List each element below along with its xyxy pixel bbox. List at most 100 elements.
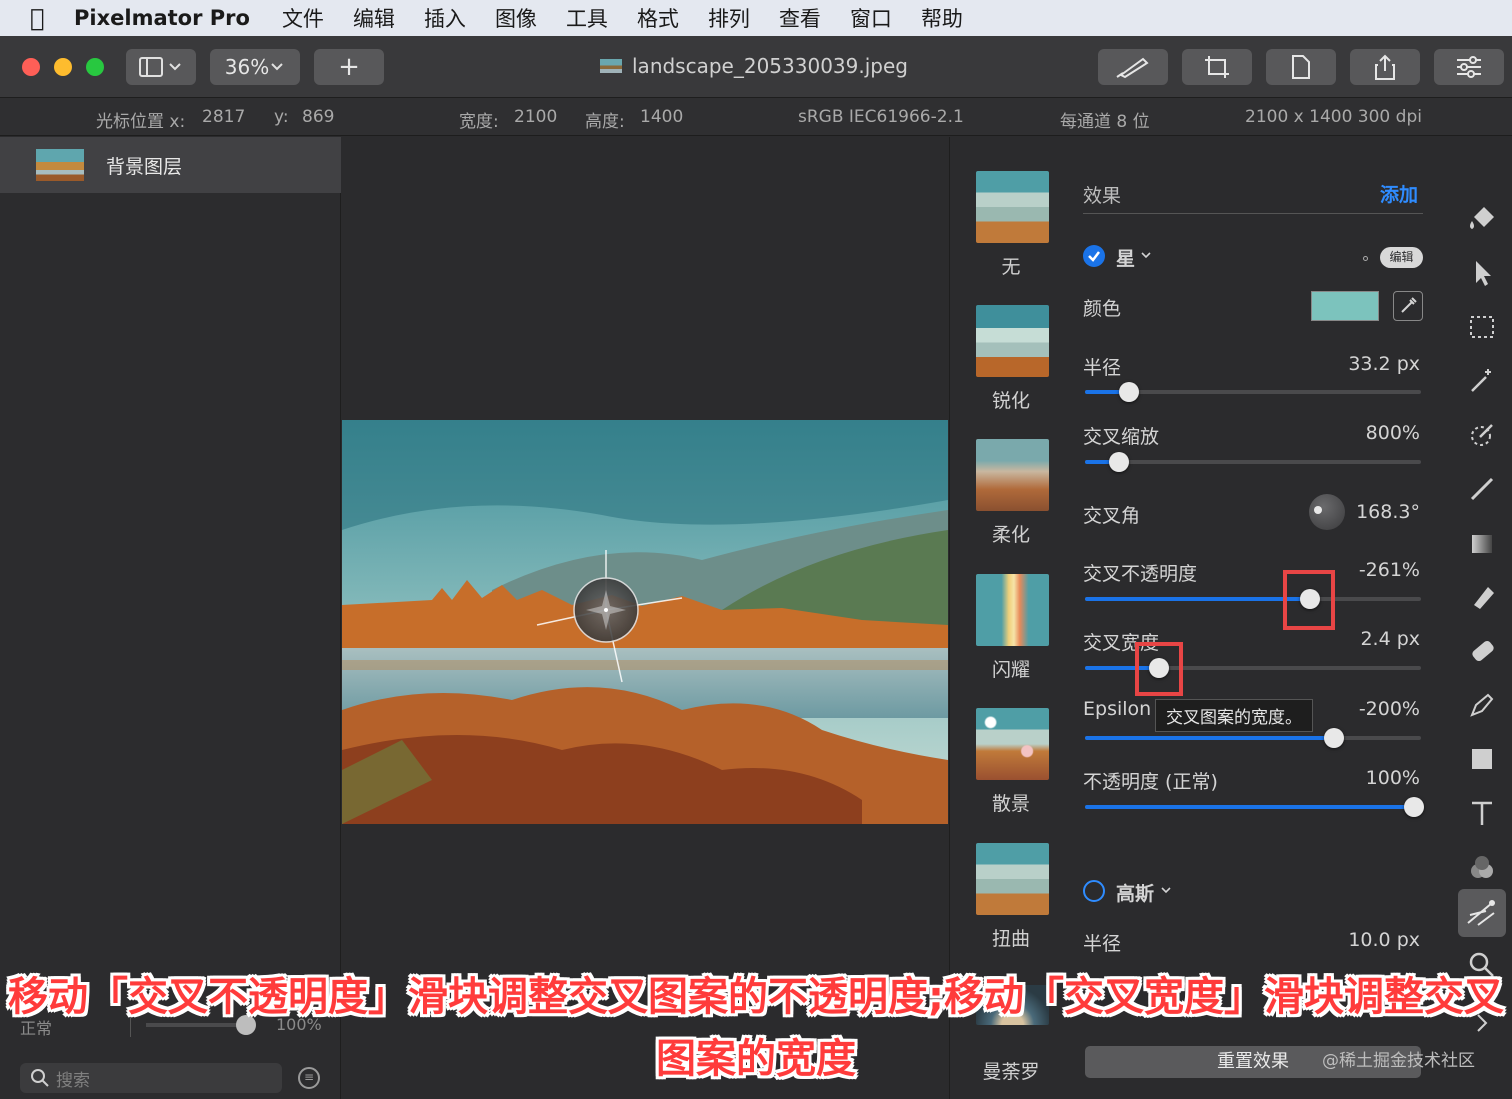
- gaussian-radius-value: 10.0 px: [1348, 929, 1420, 951]
- height-label: 高度:: [585, 112, 625, 132]
- cross-opacity-slider[interactable]: [1085, 589, 1421, 609]
- brush-tool-button[interactable]: [1098, 49, 1168, 85]
- effect-thumb-bokeh[interactable]: [976, 708, 1049, 780]
- add-button[interactable]: +: [314, 49, 384, 85]
- color-adjust-icon[interactable]: [1466, 851, 1498, 883]
- tools-sidebar: [1456, 137, 1512, 1099]
- cursor-x-value: 2817: [202, 107, 246, 127]
- paint-bucket-icon[interactable]: [1466, 203, 1498, 235]
- effect-thumb-sharpen[interactable]: [976, 305, 1049, 377]
- edit-effect-button[interactable]: 编辑: [1380, 247, 1423, 268]
- eraser-icon[interactable]: [1466, 581, 1498, 613]
- landscape-photo[interactable]: [342, 420, 948, 824]
- menu-window[interactable]: 窗口: [850, 3, 892, 33]
- document-icon: [1292, 55, 1310, 79]
- menu-insert[interactable]: 插入: [424, 3, 466, 33]
- add-effect-button[interactable]: 添加: [1380, 180, 1418, 207]
- menu-image[interactable]: 图像: [495, 3, 537, 33]
- retouch-icon[interactable]: [1466, 635, 1498, 667]
- layer-thumbnail: [36, 149, 84, 181]
- sliders-icon: [1457, 56, 1481, 78]
- radius-value: 33.2 px: [1348, 353, 1420, 375]
- apple-menu-icon[interactable]: : [30, 4, 74, 32]
- cross-opacity-label: 交叉不透明度: [1083, 563, 1198, 585]
- text-tool-icon[interactable]: [1466, 797, 1498, 829]
- layer-row[interactable]: 背景图层: [0, 137, 341, 193]
- menu-tools[interactable]: 工具: [566, 3, 608, 33]
- gaussian-effect-name[interactable]: 高斯: [1116, 879, 1154, 906]
- effect-label-none[interactable]: 无: [950, 252, 1072, 279]
- chevron-down-icon[interactable]: [1139, 251, 1153, 261]
- star-effect-name[interactable]: 星: [1116, 244, 1135, 271]
- cross-opacity-value: -261%: [1358, 559, 1420, 581]
- effect-thumb-blur[interactable]: [976, 439, 1049, 511]
- radius-slider[interactable]: [1085, 382, 1421, 402]
- color-profile: sRGB IEC61966-2.1: [798, 107, 964, 127]
- effect-label-distort[interactable]: 扭曲: [950, 924, 1072, 951]
- arrow-select-icon[interactable]: [1466, 257, 1498, 289]
- effect-thumb-distort[interactable]: [976, 843, 1049, 915]
- zoom-window-button[interactable]: [86, 58, 104, 76]
- adjust-button[interactable]: [1434, 49, 1504, 85]
- effect-label-sharpen[interactable]: 锐化: [950, 386, 1072, 413]
- cross-zoom-slider[interactable]: [1085, 452, 1421, 472]
- epsilon-slider-knob[interactable]: [1324, 728, 1344, 748]
- menu-help[interactable]: 帮助: [921, 3, 963, 33]
- height-value: 1400: [640, 107, 684, 127]
- gradient-icon[interactable]: [1466, 527, 1498, 559]
- paint-brush-icon[interactable]: [1466, 473, 1498, 505]
- effect-label-blur[interactable]: 柔化: [950, 520, 1072, 547]
- effect-label-glow[interactable]: 闪耀: [950, 655, 1072, 682]
- chevron-down-icon[interactable]: [1159, 886, 1173, 896]
- cross-zoom-slider-knob[interactable]: [1109, 452, 1129, 472]
- canvas-area[interactable]: [342, 137, 948, 1099]
- menu-arrange[interactable]: 排列: [708, 3, 750, 33]
- quick-selection-icon[interactable]: [1466, 419, 1498, 451]
- menu-format[interactable]: 格式: [637, 3, 679, 33]
- menu-view[interactable]: 查看: [779, 3, 821, 33]
- sidebar-toggle-button[interactable]: [126, 49, 196, 85]
- effect-thumb-glow[interactable]: [976, 574, 1049, 646]
- caption-overlay: 移动「交叉不透明度」滑块调整交叉图案的不透明度;移动「交叉宽度」滑块调整交叉 图…: [0, 966, 1512, 1090]
- effects-tool-button[interactable]: [1458, 889, 1506, 937]
- minimize-window-button[interactable]: [54, 58, 72, 76]
- zoom-dropdown[interactable]: 36%: [210, 49, 300, 85]
- cursor-y-label: y:: [274, 107, 289, 127]
- color-swatch[interactable]: [1311, 291, 1379, 321]
- sidebar-icon: [139, 57, 181, 77]
- pen-icon[interactable]: [1466, 689, 1498, 721]
- divider: [1083, 213, 1423, 214]
- document-title-text: landscape_205330039.jpeg: [632, 54, 908, 78]
- star-enabled-checkbox[interactable]: [1083, 245, 1105, 267]
- share-button[interactable]: [1350, 49, 1420, 85]
- cross-angle-dial[interactable]: [1309, 494, 1345, 530]
- effect-thumb-none[interactable]: [976, 171, 1049, 243]
- menu-edit[interactable]: 编辑: [353, 3, 395, 33]
- highlight-box: [1283, 570, 1335, 630]
- format-button[interactable]: [1266, 49, 1336, 85]
- checkmark-icon: [1088, 251, 1100, 262]
- effects-icon: [1467, 900, 1495, 926]
- zoom-value: 36%: [224, 55, 270, 79]
- epsilon-value: -200%: [1358, 698, 1420, 720]
- app-menu[interactable]: Pixelmator Pro: [74, 6, 250, 30]
- radius-slider-knob[interactable]: [1119, 382, 1139, 402]
- magic-wand-icon[interactable]: [1466, 365, 1498, 397]
- shape-icon[interactable]: [1466, 743, 1498, 775]
- gaussian-radius-label: 半径: [1083, 933, 1122, 955]
- opacity-slider-knob[interactable]: [1404, 797, 1424, 817]
- menu-file[interactable]: 文件: [282, 3, 324, 33]
- opacity-slider[interactable]: [1085, 797, 1424, 817]
- rectangle-select-icon[interactable]: [1466, 311, 1498, 343]
- info-bar: 光标位置 x: 2817 y: 869 宽度: 2100 高度: 1400 sR…: [0, 98, 1512, 136]
- gaussian-enabled-checkbox[interactable]: [1083, 880, 1105, 902]
- toolbar: 36% + landscape_205330039.jpeg: [0, 36, 1512, 98]
- crop-button[interactable]: [1182, 49, 1252, 85]
- effect-label-bokeh[interactable]: 散景: [950, 789, 1072, 816]
- opacity-label[interactable]: 不透明度 (正常): [1083, 767, 1218, 794]
- close-window-button[interactable]: [22, 58, 40, 76]
- menu-bar:  Pixelmator Pro 文件 编辑 插入 图像 工具 格式 排列 查看…: [0, 0, 1512, 36]
- epsilon-slider[interactable]: [1085, 728, 1421, 748]
- eyedropper-button[interactable]: [1393, 291, 1423, 321]
- image-dimensions: 2100 x 1400 300 dpi: [1245, 107, 1422, 127]
